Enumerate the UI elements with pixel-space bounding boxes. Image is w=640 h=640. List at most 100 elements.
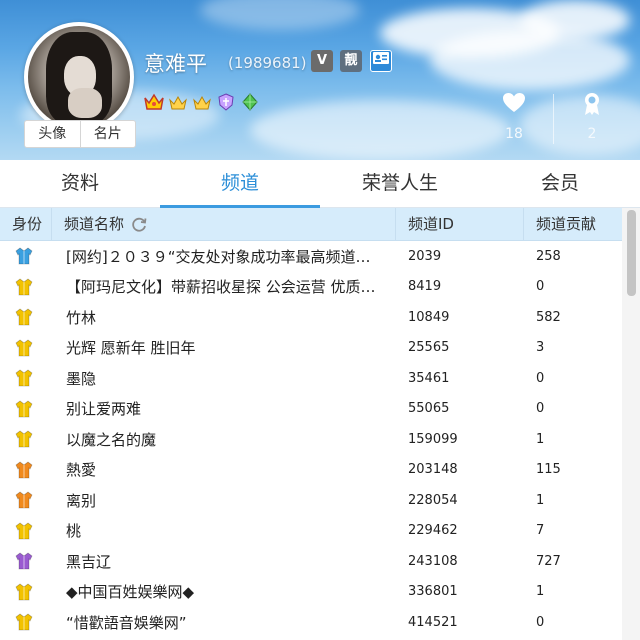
table-row[interactable]: ◆中国百姓娱樂网◆ 336801 1 [0,577,622,608]
channel-id: 229462 [408,523,458,539]
channel-name: 桃 [66,522,82,541]
tab-profile[interactable]: 资料 [0,160,160,207]
channel-contribution: 0 [536,279,545,295]
table-row[interactable]: 桃 229462 7 [0,516,622,547]
table-row[interactable]: 黑吉辽 243108 727 [0,546,622,577]
channel-id: 336801 [408,584,458,600]
purple-shield-icon[interactable] [215,92,237,112]
role-cell [0,399,52,419]
role-vest-icon [15,583,33,601]
role-vest-icon [15,552,33,570]
refresh-icon[interactable] [130,216,148,234]
scrollbar[interactable] [622,208,640,640]
channel-contribution: 0 [536,401,545,417]
card-badge-icon[interactable] [370,50,392,72]
table-row[interactable]: 别让爱两难 55065 0 [0,394,622,425]
channel-contribution: 582 [536,309,561,325]
cloud-decoration [250,100,510,160]
awards-stat[interactable]: 2 [562,92,622,142]
role-vest-icon [15,400,33,418]
channel-id: 2039 [408,248,442,264]
role-vest-icon [15,522,33,540]
tab-member[interactable]: 会员 [480,160,640,207]
channel-contribution: 258 [536,248,561,264]
gold-crown-icon[interactable] [191,92,213,112]
green-gem-icon[interactable] [239,92,261,112]
channel-name: 光辉 愿新年 胜旧年 [66,339,196,358]
role-cell [0,277,52,297]
channel-contribution: 0 [536,370,545,386]
channel-id: 243108 [408,553,458,569]
channel-name: 熱愛 [66,461,97,480]
table-row[interactable]: “惜歡語音娛樂网” 414521 0 [0,607,622,638]
channel-name: ◆中国百姓娱樂网◆ [66,583,195,602]
channel-name: 【阿玛尼文化】带薪招收星探 公会运营 优质… [66,278,376,297]
role-vest-icon [15,491,33,509]
role-vest-icon [15,461,33,479]
v-badge-icon[interactable]: V [311,50,333,72]
role-cell [0,582,52,602]
profile-header: 头像 名片 意难平 (1989681) V 靓 18 2 [0,0,640,160]
channel-id: 228054 [408,492,458,508]
role-cell [0,521,52,541]
role-cell [0,307,52,327]
table-row[interactable]: 离别 228054 1 [0,485,622,516]
user-id: (1989681) [228,54,307,72]
channel-id: 159099 [408,431,458,447]
channel-contribution: 1 [536,492,545,508]
awards-count: 2 [587,126,597,142]
medal-row [143,92,261,112]
channel-name: 墨隐 [66,369,97,388]
cloud-decoration [430,30,630,90]
channel-id: 35461 [408,370,450,386]
table-header: 身份 频道名称 频道ID 频道贡献 [0,208,622,241]
scrollbar-thumb[interactable] [627,210,636,296]
role-vest-icon [15,430,33,448]
table-row[interactable]: 墨隐 35461 0 [0,363,622,394]
role-cell [0,612,52,632]
likes-count: 18 [505,126,523,142]
channel-name: [网约]２０３９“交友处对象成功率最高频道… [66,247,371,266]
table-row[interactable]: 【阿玛尼文化】带薪招收星探 公会运营 优质… 8419 0 [0,272,622,303]
channel-id: 414521 [408,614,458,630]
pretty-number-badge-icon[interactable]: 靓 [340,50,362,72]
channel-contribution: 1 [536,584,545,600]
channel-contribution: 3 [536,340,545,356]
header-role: 身份 [0,208,52,241]
channel-contribution: 727 [536,553,561,569]
channel-id: 8419 [408,279,442,295]
crown-medal-icon[interactable] [143,92,165,112]
stat-divider [553,94,554,144]
table-row[interactable]: 竹林 10849 582 [0,302,622,333]
channel-name: 竹林 [66,308,97,327]
channel-contribution: 7 [536,523,545,539]
channel-contribution: 115 [536,462,561,478]
table-row[interactable]: 以魔之名的魔 159099 1 [0,424,622,455]
avatar-tab[interactable]: 头像 [25,121,80,147]
table-row[interactable]: [网约]２０３９“交友处对象成功率最高频道… 2039 258 [0,241,622,272]
card-tab[interactable]: 名片 [79,121,136,147]
tab-honor[interactable]: 荣誉人生 [320,160,480,207]
header-channel-id: 频道ID [396,208,524,241]
role-vest-icon [15,278,33,296]
table-body: [网约]２０３９“交友处对象成功率最高频道… 2039 258 【阿玛尼文化】带薪招收… [0,241,622,638]
role-cell [0,460,52,480]
channel-id: 203148 [408,462,458,478]
award-ribbon-icon [562,92,622,116]
channel-name: 别让爱两难 [66,400,142,419]
avatar[interactable] [24,22,134,132]
header-channel-name-label: 频道名称 [64,215,125,233]
channel-id: 25565 [408,340,450,356]
gold-crown-icon[interactable] [167,92,189,112]
channel-table: 身份 频道名称 频道ID 频道贡献 [网约]２０３９“交友处对象成功率最高频道…… [0,208,640,640]
likes-stat[interactable]: 18 [484,92,544,142]
header-contribution: 频道贡献 [536,215,597,233]
heart-icon [484,92,544,116]
header-channel-name: 频道名称 [52,208,396,241]
channel-id: 55065 [408,401,450,417]
channel-contribution: 1 [536,431,545,447]
tab-channel[interactable]: 频道 [160,160,320,208]
table-row[interactable]: 熱愛 203148 115 [0,455,622,486]
channel-name: 黑吉辽 [66,552,112,571]
table-row[interactable]: 光辉 愿新年 胜旧年 25565 3 [0,333,622,364]
